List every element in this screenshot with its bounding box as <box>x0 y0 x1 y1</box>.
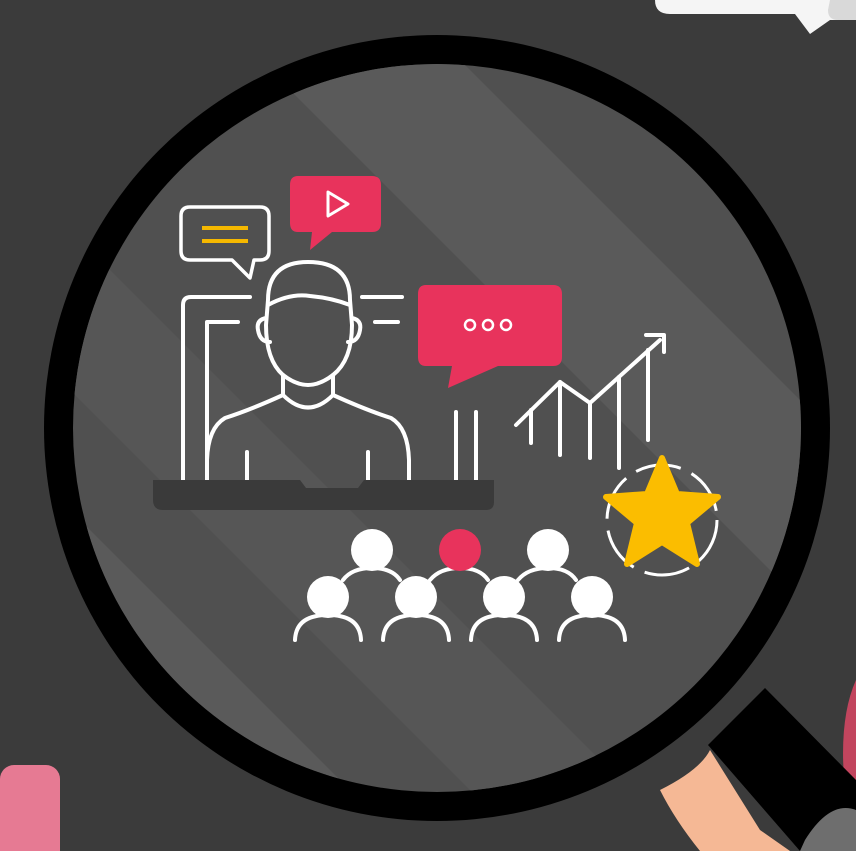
illustration-svg <box>0 0 856 851</box>
illustration-scene <box>0 0 856 851</box>
